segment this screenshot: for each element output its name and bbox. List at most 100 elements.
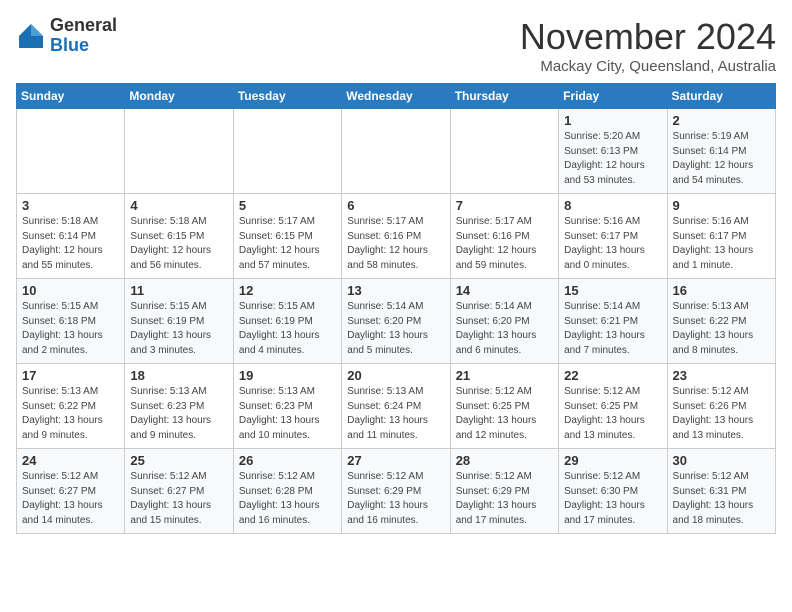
day-number: 29 [564,453,661,468]
day-cell [125,109,233,194]
week-row-5: 24 Sunrise: 5:12 AM Sunset: 6:27 PM Dayli… [17,449,776,534]
day-info: Sunrise: 5:15 AM Sunset: 6:19 PM Dayligh… [239,300,336,358]
day-info: Sunrise: 5:12 AM Sunset: 6:29 PM Dayligh… [456,470,553,528]
day-number: 7 [456,198,553,213]
week-row-1: 1 Sunrise: 5:20 AM Sunset: 6:13 PM Daylig… [17,109,776,194]
day-number: 25 [130,453,227,468]
week-row-3: 10Sunrise: 5:15 AM Sunset: 6:18 PM Dayli… [17,279,776,364]
day-number: 3 [22,198,119,213]
day-info: Sunrise: 5:14 AM Sunset: 6:21 PM Dayligh… [564,300,661,358]
day-info: Sunrise: 5:13 AM Sunset: 6:22 PM Dayligh… [673,300,770,358]
day-cell: 8 Sunrise: 5:16 AM Sunset: 6:17 PM Daylig… [559,194,667,279]
day-number: 30 [673,453,770,468]
day-number: 5 [239,198,336,213]
day-number: 18 [130,368,227,383]
day-cell: 30 Sunrise: 5:12 AM Sunset: 6:31 PM Dayli… [667,449,775,534]
day-cell [450,109,558,194]
day-number: 24 [22,453,119,468]
header-wednesday: Wednesday [342,84,450,109]
day-info: Sunrise: 5:14 AM Sunset: 6:20 PM Dayligh… [456,300,553,358]
day-info: Sunrise: 5:12 AM Sunset: 6:25 PM Dayligh… [456,385,553,443]
day-info: Sunrise: 5:20 AM Sunset: 6:13 PM Dayligh… [564,130,661,188]
day-info: Sunrise: 5:12 AM Sunset: 6:28 PM Dayligh… [239,470,336,528]
day-number: 22 [564,368,661,383]
day-number: 10 [22,283,119,298]
day-info: Sunrise: 5:12 AM Sunset: 6:26 PM Dayligh… [673,385,770,443]
day-info: Sunrise: 5:12 AM Sunset: 6:31 PM Dayligh… [673,470,770,528]
day-number: 21 [456,368,553,383]
day-cell: 14 Sunrise: 5:14 AM Sunset: 6:20 PM Dayli… [450,279,558,364]
day-number: 26 [239,453,336,468]
day-cell [17,109,125,194]
day-cell: 13 Sunrise: 5:14 AM Sunset: 6:20 PM Dayli… [342,279,450,364]
day-cell: 19 Sunrise: 5:13 AM Sunset: 6:23 PM Dayli… [233,364,341,449]
day-number: 8 [564,198,661,213]
logo-text: General Blue [50,16,117,56]
day-info: Sunrise: 5:17 AM Sunset: 6:16 PM Dayligh… [347,215,444,273]
day-info: Sunrise: 5:17 AM Sunset: 6:16 PM Dayligh… [456,215,553,273]
logo: General Blue [16,16,117,56]
day-cell: 11Sunrise: 5:15 AM Sunset: 6:19 PM Dayli… [125,279,233,364]
day-cell: 17Sunrise: 5:13 AM Sunset: 6:22 PM Dayli… [17,364,125,449]
day-cell: 21 Sunrise: 5:12 AM Sunset: 6:25 PM Dayli… [450,364,558,449]
day-number: 15 [564,283,661,298]
day-cell: 26 Sunrise: 5:12 AM Sunset: 6:28 PM Dayli… [233,449,341,534]
day-cell: 27 Sunrise: 5:12 AM Sunset: 6:29 PM Dayli… [342,449,450,534]
day-info: Sunrise: 5:14 AM Sunset: 6:20 PM Dayligh… [347,300,444,358]
day-info: Sunrise: 5:13 AM Sunset: 6:23 PM Dayligh… [130,385,227,443]
day-info: Sunrise: 5:12 AM Sunset: 6:27 PM Dayligh… [22,470,119,528]
day-cell: 24 Sunrise: 5:12 AM Sunset: 6:27 PM Dayli… [17,449,125,534]
logo-general: General [50,16,117,36]
day-cell: 29 Sunrise: 5:12 AM Sunset: 6:30 PM Dayli… [559,449,667,534]
day-number: 6 [347,198,444,213]
day-cell: 18 Sunrise: 5:13 AM Sunset: 6:23 PM Dayli… [125,364,233,449]
header-sunday: Sunday [17,84,125,109]
day-cell: 4 Sunrise: 5:18 AM Sunset: 6:15 PM Daylig… [125,194,233,279]
header-saturday: Saturday [667,84,775,109]
day-number: 2 [673,113,770,128]
week-row-2: 3 Sunrise: 5:18 AM Sunset: 6:14 PM Daylig… [17,194,776,279]
day-cell: 23 Sunrise: 5:12 AM Sunset: 6:26 PM Dayli… [667,364,775,449]
week-row-4: 17Sunrise: 5:13 AM Sunset: 6:22 PM Dayli… [17,364,776,449]
day-info: Sunrise: 5:16 AM Sunset: 6:17 PM Dayligh… [673,215,770,273]
day-cell: 5 Sunrise: 5:17 AM Sunset: 6:15 PM Daylig… [233,194,341,279]
header-row: SundayMondayTuesdayWednesdayThursdayFrid… [17,84,776,109]
header-thursday: Thursday [450,84,558,109]
day-cell [233,109,341,194]
day-cell: 25 Sunrise: 5:12 AM Sunset: 6:27 PM Dayli… [125,449,233,534]
title-area: November 2024 Mackay City, Queensland, A… [520,16,776,75]
day-number: 23 [673,368,770,383]
day-number: 4 [130,198,227,213]
day-info: Sunrise: 5:13 AM Sunset: 6:22 PM Dayligh… [22,385,119,443]
day-info: Sunrise: 5:13 AM Sunset: 6:23 PM Dayligh… [239,385,336,443]
day-cell: 3 Sunrise: 5:18 AM Sunset: 6:14 PM Daylig… [17,194,125,279]
day-info: Sunrise: 5:12 AM Sunset: 6:25 PM Dayligh… [564,385,661,443]
day-info: Sunrise: 5:17 AM Sunset: 6:15 PM Dayligh… [239,215,336,273]
calendar-table: SundayMondayTuesdayWednesdayThursdayFrid… [16,83,776,534]
day-info: Sunrise: 5:12 AM Sunset: 6:29 PM Dayligh… [347,470,444,528]
day-number: 1 [564,113,661,128]
day-number: 20 [347,368,444,383]
day-number: 14 [456,283,553,298]
day-cell: 10Sunrise: 5:15 AM Sunset: 6:18 PM Dayli… [17,279,125,364]
month-title: November 2024 [520,16,776,58]
day-cell: 9 Sunrise: 5:16 AM Sunset: 6:17 PM Daylig… [667,194,775,279]
day-number: 27 [347,453,444,468]
day-info: Sunrise: 5:18 AM Sunset: 6:15 PM Dayligh… [130,215,227,273]
day-number: 13 [347,283,444,298]
day-info: Sunrise: 5:18 AM Sunset: 6:14 PM Dayligh… [22,215,119,273]
header-friday: Friday [559,84,667,109]
day-number: 12 [239,283,336,298]
day-info: Sunrise: 5:12 AM Sunset: 6:27 PM Dayligh… [130,470,227,528]
day-cell: 1 Sunrise: 5:20 AM Sunset: 6:13 PM Daylig… [559,109,667,194]
day-number: 19 [239,368,336,383]
logo-blue: Blue [50,36,117,56]
day-number: 28 [456,453,553,468]
day-info: Sunrise: 5:12 AM Sunset: 6:30 PM Dayligh… [564,470,661,528]
day-cell: 16Sunrise: 5:13 AM Sunset: 6:22 PM Dayli… [667,279,775,364]
day-number: 9 [673,198,770,213]
day-info: Sunrise: 5:16 AM Sunset: 6:17 PM Dayligh… [564,215,661,273]
day-cell [342,109,450,194]
header: General Blue November 2024 Mackay City, … [16,16,776,75]
day-cell: 20Sunrise: 5:13 AM Sunset: 6:24 PM Dayli… [342,364,450,449]
